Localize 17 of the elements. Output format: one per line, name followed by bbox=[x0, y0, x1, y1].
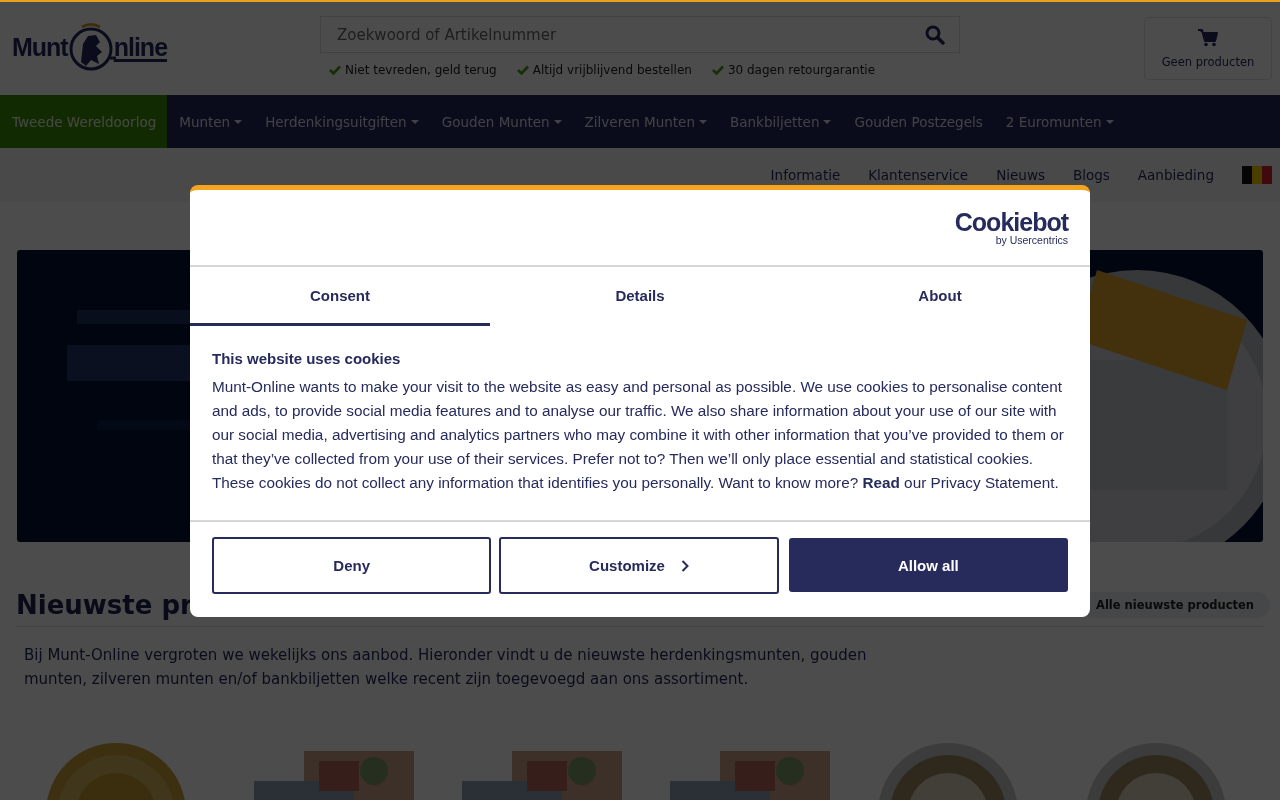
allow-button[interactable]: Allow all bbox=[788, 538, 1068, 592]
info-link[interactable]: Informatie bbox=[770, 167, 841, 183]
intro-text: Bij Munt-Online vergroten we wekelijks ons aanbod. Hieronder vindt u de nieuwste herdenkingsmunten, gouden munten, zilveren munten en/of bankbiljetten welke recent zijn toegevoegd aan ons assortiment. bbox=[24, 645, 868, 690]
usp-text: Niet tevreden, geld terug bbox=[345, 63, 497, 77]
info-link[interactable]: Blogs bbox=[1073, 167, 1110, 183]
cookiebot-logo: Cookiebot by Usercentrics bbox=[954, 209, 1068, 246]
chevron-icon bbox=[680, 559, 689, 572]
info-link[interactable]: Klantenservice bbox=[868, 167, 969, 183]
usp-text: 30 dagen retourgarantie bbox=[727, 63, 876, 77]
info-link[interactable]: Nieuws bbox=[996, 167, 1045, 183]
dialog-text: Munt-Online wants to make your visit to the website as easy and personal as possible. We use cookies to personalise content and ads, to provide social media features and to analyse our traffic. We also share information about your use of our site with our social media, advertising and analytics partners who may combine it with other information that you’ve provided to them or that they’ve collected from your use of their services. Prefer not to? Then we’ll only place essential and statistical cookies. These cookies do not collect any information that identifies you personally. Want to know more? Read our Privacy Statement. bbox=[212, 377, 1065, 493]
info-link[interactable]: Aanbieding bbox=[1137, 167, 1214, 183]
dialog-title: This website uses cookies bbox=[212, 350, 402, 367]
usp-text: Altijd vrijblijvend bestellen bbox=[532, 63, 692, 77]
section-title: Nieuwste pr bbox=[16, 590, 193, 620]
deny-button[interactable]: Deny bbox=[212, 537, 492, 594]
customize-button[interactable]: Customize bbox=[499, 537, 779, 594]
